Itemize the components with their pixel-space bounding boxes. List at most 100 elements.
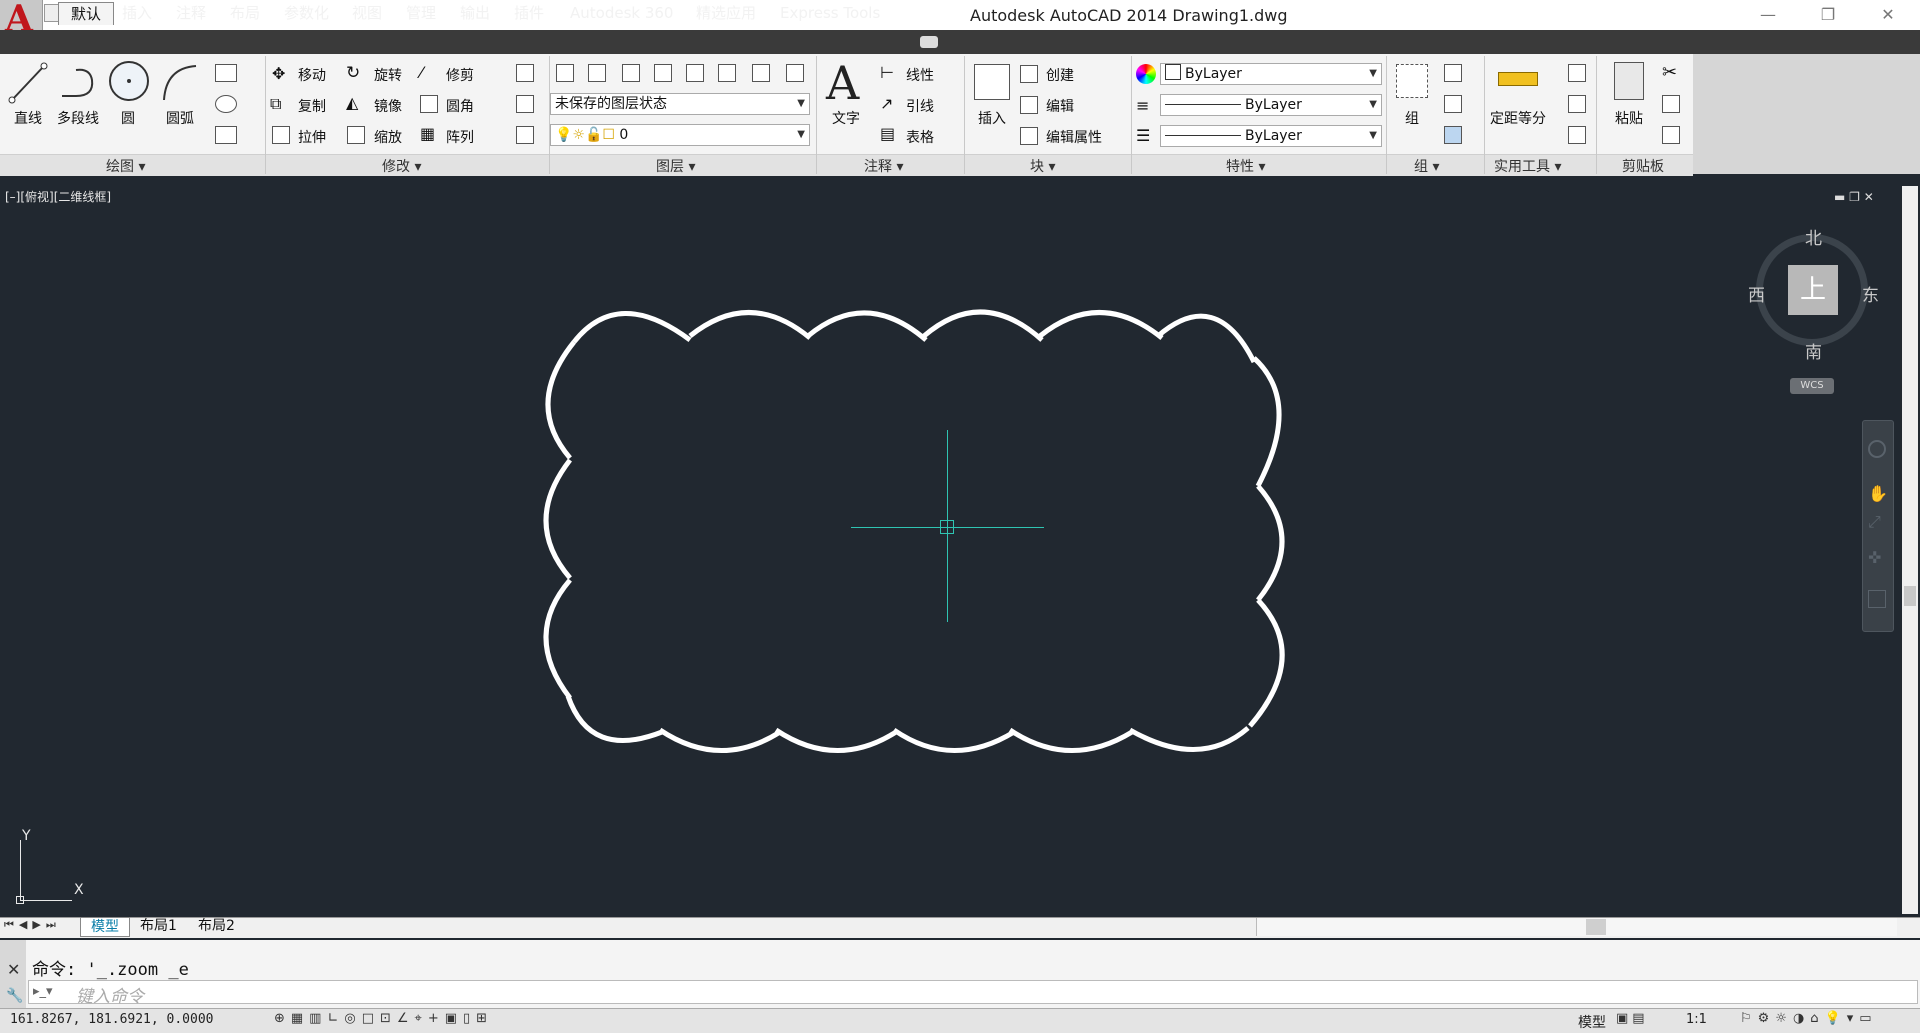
steering-wheel-icon[interactable] xyxy=(1868,440,1886,458)
workspace-switch-icon[interactable] xyxy=(920,36,938,48)
close-button[interactable]: ✕ xyxy=(1868,3,1908,27)
edit-button[interactable]: 编辑 xyxy=(1046,96,1074,116)
arc-label[interactable]: 圆弧 xyxy=(160,108,200,128)
layer-properties-icon[interactable] xyxy=(556,64,574,82)
explode-icon[interactable] xyxy=(516,95,534,113)
tab-layout1[interactable]: 布局1 xyxy=(134,917,183,935)
ellipse-icon[interactable] xyxy=(215,95,237,113)
array-button[interactable]: 阵列 xyxy=(446,127,474,147)
mirror-button[interactable]: 镜像 xyxy=(374,96,402,116)
command-input-placeholder[interactable]: 键入命令 xyxy=(76,982,144,1007)
circle-icon[interactable] xyxy=(106,58,152,104)
compass-north[interactable]: 北 xyxy=(1805,224,1822,249)
layer-freeze-icon[interactable] xyxy=(654,64,672,82)
group-edit-icon[interactable] xyxy=(1444,95,1462,113)
viewport-window-controls[interactable]: ▬ ❐ ✕ xyxy=(1834,190,1874,204)
erase-icon[interactable] xyxy=(516,64,534,82)
color-dropdown[interactable]: ByLayer ▼ xyxy=(1160,63,1382,85)
clipboard-panel-title[interactable]: 剪贴板 xyxy=(1622,156,1664,176)
vertical-scrollbar[interactable] xyxy=(1902,186,1918,914)
compass-east[interactable]: 东 xyxy=(1862,281,1879,306)
tab-featured-apps[interactable]: 精选应用 xyxy=(684,2,768,24)
viewcube-top-face[interactable]: 上 xyxy=(1788,265,1838,315)
pan-hand-icon[interactable]: ✋ xyxy=(1868,484,1888,503)
layer-panel-title[interactable]: 图层 ▾ xyxy=(656,156,695,176)
cut-icon[interactable]: ✂ xyxy=(1662,62,1677,83)
horizontal-scrollbar[interactable] xyxy=(1256,918,1897,936)
modify-panel-title[interactable]: 修改 ▾ xyxy=(382,156,421,176)
cursor-coordinates[interactable]: 161.8267, 181.6921, 0.0000 xyxy=(10,1012,214,1027)
compass-south[interactable]: 南 xyxy=(1805,338,1822,363)
fillet-button[interactable]: 圆角 xyxy=(446,96,474,116)
stretch-button[interactable]: 拉伸 xyxy=(298,127,326,147)
table-button[interactable]: 表格 xyxy=(906,127,934,147)
layout-nav-arrows-icon[interactable]: ⏮◀▶⏭ xyxy=(4,918,61,932)
viewport-controls-label[interactable]: [–][俯视][二维线框] xyxy=(5,188,111,205)
layer-iso-icon[interactable] xyxy=(588,64,606,82)
minimize-button[interactable]: — xyxy=(1748,3,1788,27)
layer-off-icon[interactable] xyxy=(622,64,640,82)
trim-button[interactable]: 修剪 xyxy=(446,65,474,85)
match-properties-icon[interactable] xyxy=(1662,126,1680,144)
measure-ruler-icon[interactable] xyxy=(1498,72,1538,86)
vertical-scroll-thumb[interactable] xyxy=(1904,586,1916,606)
tab-autodesk360[interactable]: Autodesk 360 xyxy=(558,2,685,24)
line-icon[interactable] xyxy=(8,60,48,106)
create-button[interactable]: 创建 xyxy=(1046,65,1074,85)
layer-previous-icon[interactable] xyxy=(752,64,770,82)
draw-panel-title[interactable]: 绘图 ▾ xyxy=(106,156,145,176)
text-button[interactable]: 文字 xyxy=(826,108,866,128)
circle-label[interactable]: 圆 xyxy=(108,108,148,128)
tab-model[interactable]: 模型 xyxy=(80,917,130,937)
text-icon[interactable]: A xyxy=(826,56,859,110)
layer-state-dropdown[interactable]: 未保存的图层状态 ▼ xyxy=(550,93,810,115)
linear-button[interactable]: 线性 xyxy=(906,65,934,85)
polyline-icon[interactable] xyxy=(56,60,100,106)
copy-clip-icon[interactable] xyxy=(1662,95,1680,113)
tab-layout2[interactable]: 布局2 xyxy=(192,917,241,935)
move-button[interactable]: 移动 xyxy=(298,65,326,85)
tab-annotate[interactable]: 注释 xyxy=(164,2,218,24)
measure-button[interactable]: 定距等分 xyxy=(1486,108,1550,128)
insert-block-icon[interactable] xyxy=(974,64,1010,100)
properties-panel-title[interactable]: 特性 ▾ xyxy=(1226,156,1265,176)
layer-match-icon[interactable] xyxy=(718,64,736,82)
compass-west[interactable]: 西 xyxy=(1748,281,1765,306)
scale-button[interactable]: 缩放 xyxy=(374,127,402,147)
drafting-toggles-icon[interactable]: ⊕▦▥∟◎□⊡∠⌖+▣▯⊞ xyxy=(274,1011,493,1026)
tab-plugins[interactable]: 插件 xyxy=(502,2,556,24)
group-icon[interactable] xyxy=(1396,64,1428,98)
quick-select-icon[interactable] xyxy=(1568,64,1586,82)
paste-button[interactable]: 粘贴 xyxy=(1608,108,1650,128)
offset-icon[interactable] xyxy=(516,126,534,144)
tab-layout[interactable]: 布局 xyxy=(218,2,272,24)
tab-parametric[interactable]: 参数化 xyxy=(272,2,341,24)
group-button[interactable]: 组 xyxy=(1396,108,1428,128)
linetype-dropdown[interactable]: ByLayer ▼ xyxy=(1160,125,1382,147)
tab-insert[interactable]: 插入 xyxy=(110,2,164,24)
horizontal-scroll-thumb[interactable] xyxy=(1586,919,1606,935)
lineweight-dropdown[interactable]: ByLayer ▼ xyxy=(1160,94,1382,116)
tab-manage[interactable]: 管理 xyxy=(394,2,448,24)
group-panel-title[interactable]: 组 ▾ xyxy=(1414,156,1439,176)
rotate-button[interactable]: 旋转 xyxy=(374,65,402,85)
line-label[interactable]: 直线 xyxy=(8,108,48,128)
wcs-menu[interactable]: WCS xyxy=(1790,378,1834,394)
block-panel-title[interactable]: 块 ▾ xyxy=(1030,156,1055,176)
layer-walk-icon[interactable] xyxy=(786,64,804,82)
ungroup-icon[interactable] xyxy=(1444,64,1462,82)
zoom-extents-icon[interactable]: ⤢ xyxy=(1868,512,1881,532)
leader-button[interactable]: 引线 xyxy=(906,96,934,116)
rectangle-icon[interactable] xyxy=(215,64,237,82)
insert-button[interactable]: 插入 xyxy=(970,108,1014,128)
utilities-panel-title[interactable]: 实用工具 ▾ xyxy=(1494,156,1561,176)
annotation-panel-title[interactable]: 注释 ▾ xyxy=(864,156,903,176)
copy-button[interactable]: 复制 xyxy=(298,96,326,116)
calculator-icon[interactable] xyxy=(1568,126,1586,144)
close-command-icon[interactable]: ✕ xyxy=(7,960,20,979)
arc-icon[interactable] xyxy=(158,60,200,106)
status-tray-icons[interactable]: ⚐⚙☼◑⌂💡▾▭ xyxy=(1740,1011,1878,1026)
id-point-icon[interactable] xyxy=(1568,95,1586,113)
layer-lock-icon[interactable] xyxy=(686,64,704,82)
layout-quick-view-icon[interactable]: ▣▤ xyxy=(1616,1011,1649,1026)
